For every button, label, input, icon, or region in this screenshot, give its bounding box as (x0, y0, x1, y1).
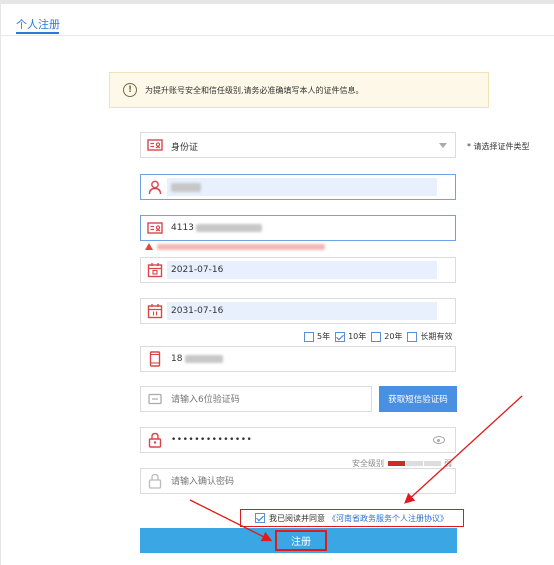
sms-code-field[interactable] (140, 386, 372, 412)
name-field[interactable] (140, 174, 456, 200)
validity-20y-option[interactable]: 20年 (371, 331, 402, 342)
chevron-down-icon[interactable] (439, 143, 447, 148)
tab-active-indicator (16, 32, 59, 34)
checkbox-checked[interactable] (335, 331, 346, 342)
eye-icon[interactable] (433, 436, 445, 444)
calendar-icon (147, 303, 163, 319)
register-button[interactable]: 注册 (275, 530, 327, 551)
checkbox[interactable] (304, 331, 314, 342)
checkbox[interactable] (407, 331, 418, 342)
agreement-row: 我已阅读并同意 《河南省政务服务个人注册协议》 (240, 509, 464, 527)
start-date-value: 2021-07-16 (171, 265, 224, 275)
tab-personal-register[interactable]: 个人注册 (16, 16, 60, 32)
error-text-blurred (157, 243, 325, 250)
validity-10y-option[interactable]: 10年 (335, 331, 366, 342)
message-icon (147, 391, 163, 407)
confirm-password-input[interactable] (171, 475, 441, 489)
agreement-checkbox[interactable] (255, 513, 265, 523)
phone-field[interactable]: 18 (140, 346, 456, 372)
checkbox[interactable] (371, 331, 382, 342)
id-card-icon (147, 220, 163, 236)
validity-permanent-option[interactable]: 长期有效 (407, 331, 452, 342)
autofill-background (167, 178, 437, 196)
get-sms-code-button[interactable]: 获取短信验证码 (379, 386, 457, 412)
tab-divider (0, 35, 554, 36)
lock-icon (147, 432, 163, 448)
strength-bars (388, 461, 442, 466)
lock-icon (147, 473, 163, 489)
id-type-select[interactable]: 身份证 (140, 132, 456, 158)
end-date-value: 2031-07-16 (171, 306, 224, 316)
id-number-value: 4113 (171, 223, 262, 233)
phone-value: 18 (171, 354, 224, 364)
id-type-value: 身份证 (171, 143, 199, 153)
id-card-icon (147, 137, 163, 153)
error-icon (145, 243, 153, 250)
sms-code-input[interactable] (171, 393, 351, 407)
start-date-field[interactable]: 2021-07-16 (140, 257, 456, 283)
agreement-text: 我已阅读并同意 (269, 513, 325, 523)
notice-text: 为提升账号安全和信任级别,请务必准确填写本人的证件信息。 (145, 85, 364, 95)
password-field[interactable]: •••••••••••••• (140, 427, 456, 453)
warning-icon: ! (123, 83, 137, 97)
calendar-icon (147, 262, 163, 278)
validity-5y-option[interactable]: 5年 (304, 331, 330, 342)
password-value: •••••••••••••• (171, 435, 253, 445)
id-number-field[interactable]: 4113 (140, 215, 456, 241)
phone-icon (147, 351, 163, 367)
name-value-blurred (171, 183, 201, 193)
top-border (0, 0, 554, 4)
agreement-link[interactable]: 《河南省政务服务个人注册协议》 (328, 513, 448, 524)
user-icon (147, 179, 163, 195)
confirm-password-field[interactable] (140, 468, 456, 494)
validity-options: 5年 10年 20年 长期有效 (304, 331, 457, 342)
notice-banner: ! 为提升账号安全和信任级别,请务必准确填写本人的证件信息。 (109, 72, 489, 108)
left-border (0, 4, 1, 565)
id-type-hint: * 请选择证件类型 (467, 142, 530, 151)
id-number-error (145, 243, 325, 250)
end-date-field[interactable]: 2031-07-16 (140, 298, 456, 324)
